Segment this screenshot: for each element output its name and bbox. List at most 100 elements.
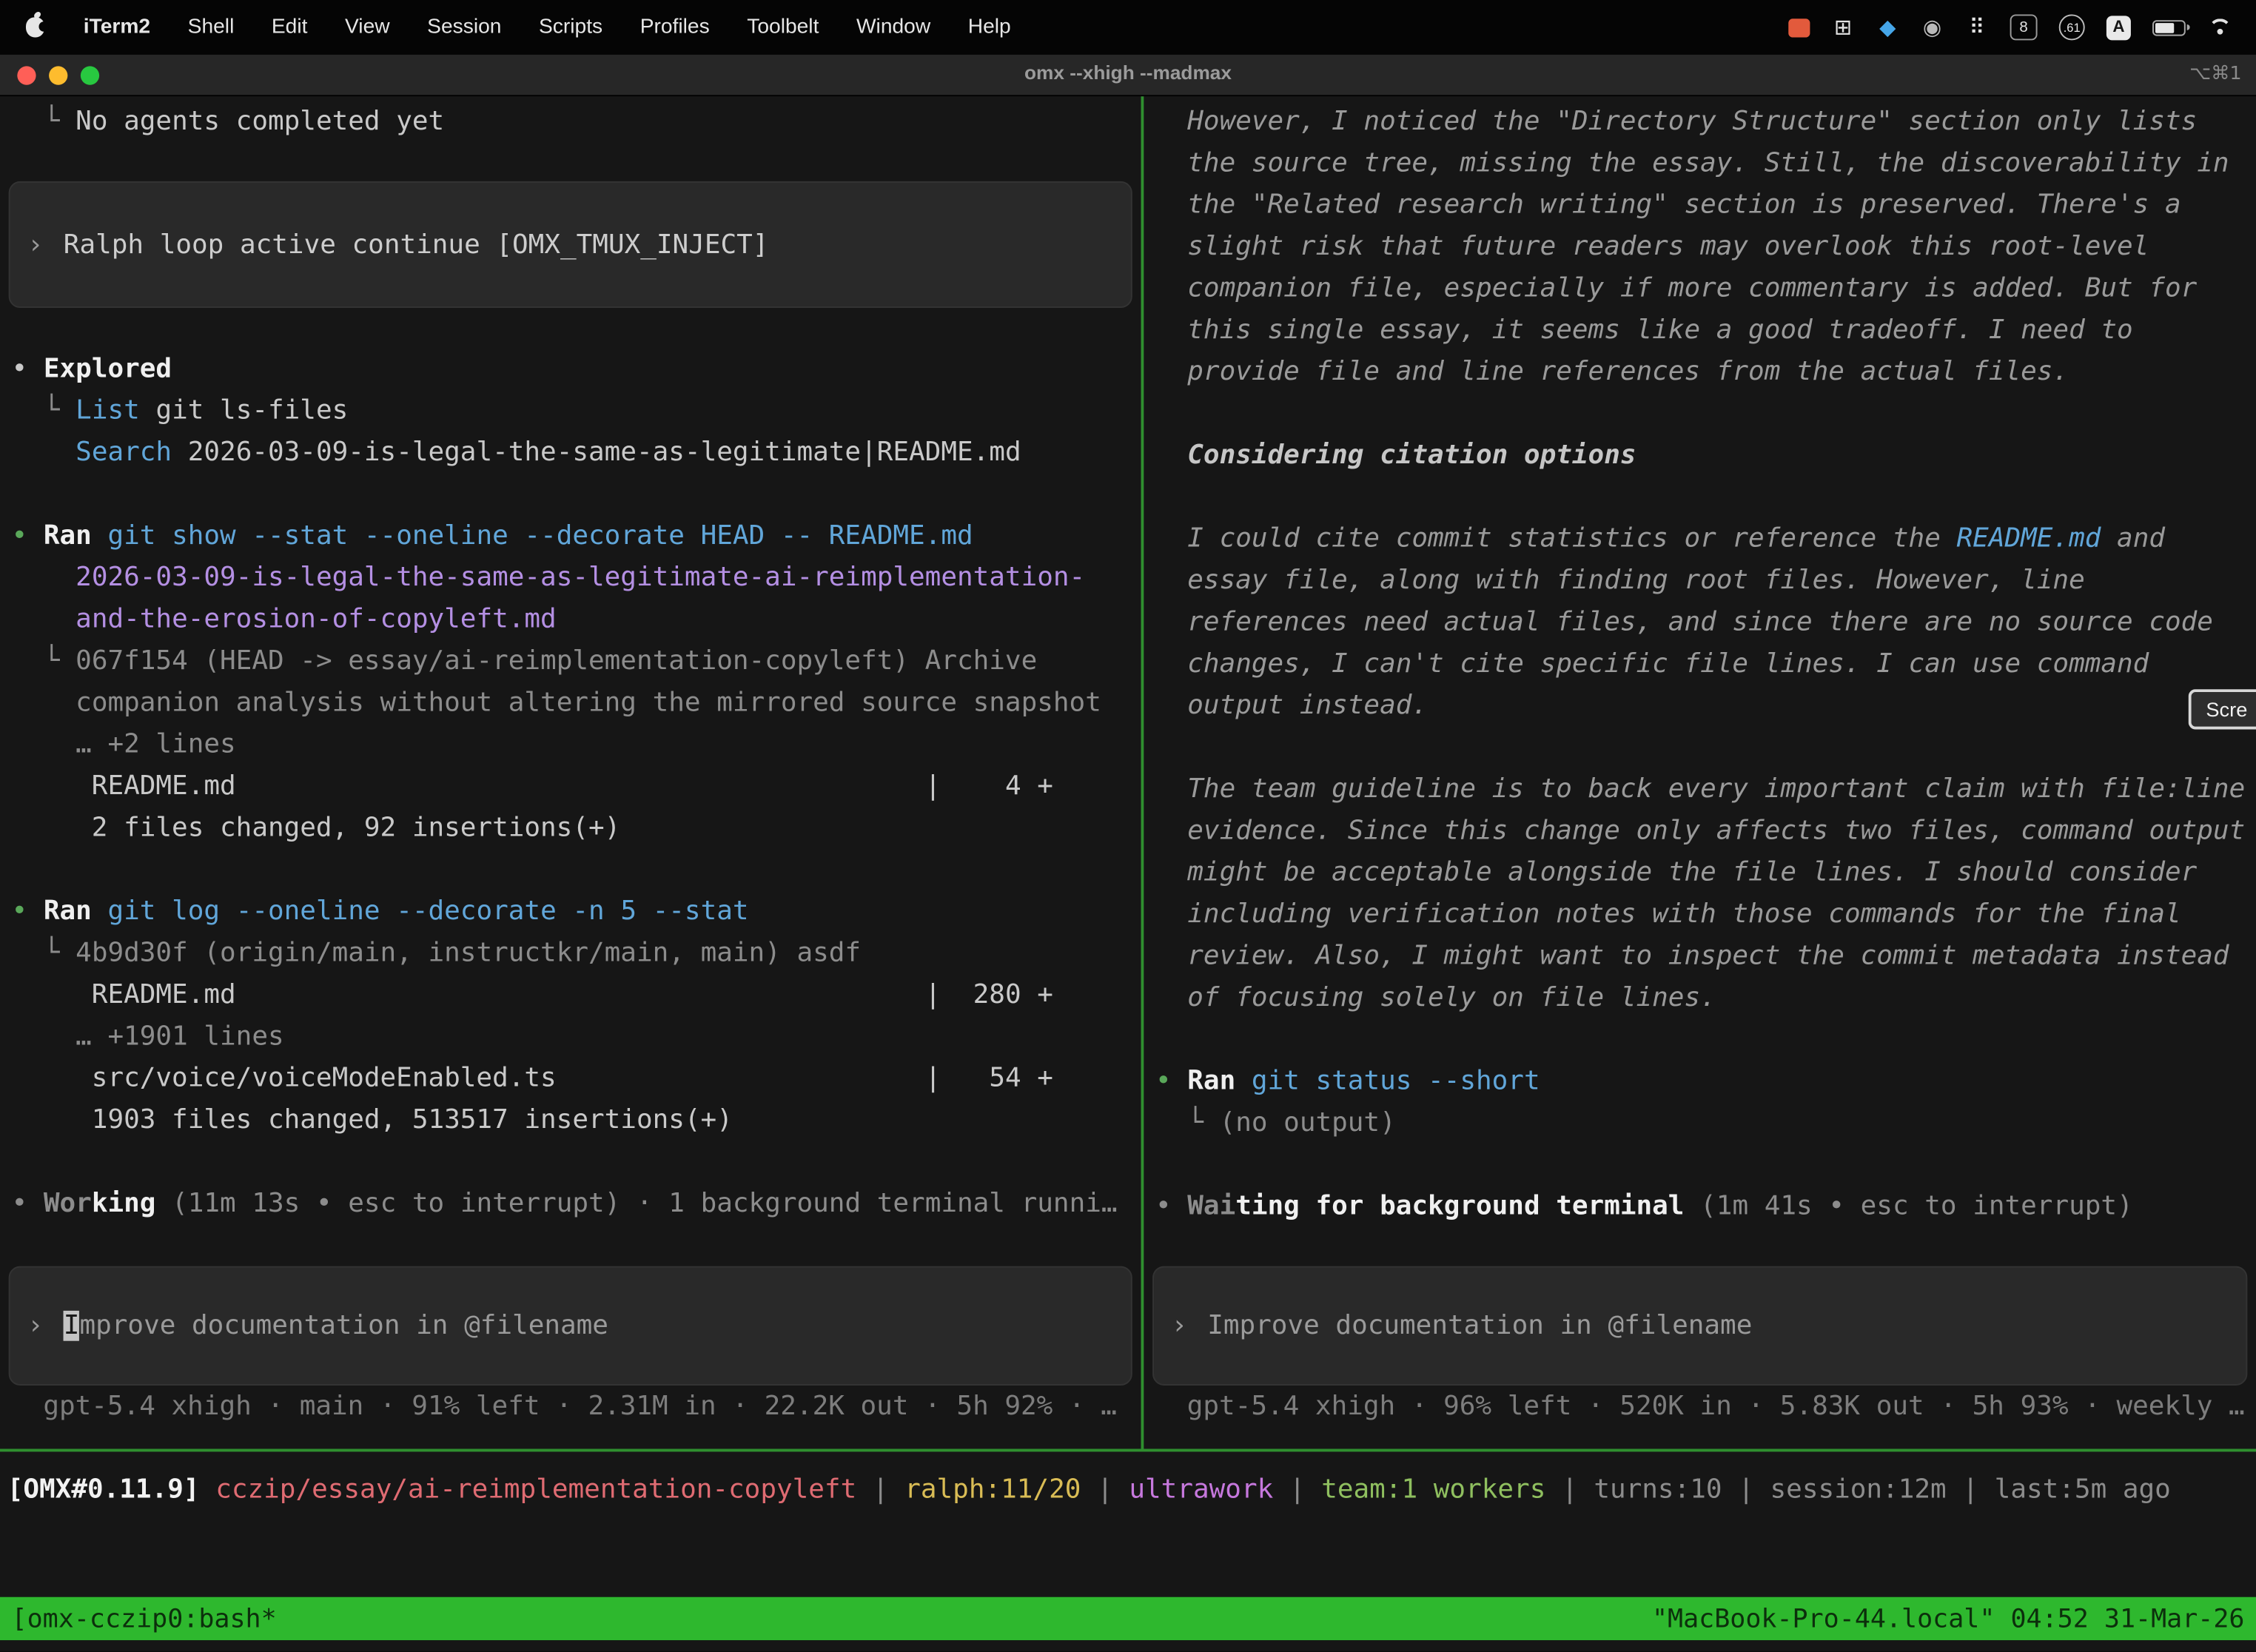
input-source-icon[interactable]: A <box>2106 13 2131 41</box>
left-terminal-pane[interactable]: └ No agents completed yet › Ralph loop a… <box>0 96 1141 1448</box>
window-title: omx --xhigh --madmax <box>0 62 2256 84</box>
keyboard-badge-icon[interactable]: 8 <box>2010 13 2038 41</box>
terminal-line: • Ran git show --stat --oneline --decora… <box>12 515 1118 557</box>
terminal-line: • Waiting for background terminal (1m 41… <box>1155 1186 2245 1227</box>
grid-icon[interactable]: ⊞ <box>1832 13 1855 41</box>
terminal-line: However, I noticed the "Directory Struct… <box>1155 101 2245 142</box>
terminal-line: Search 2026-03-09-is-legal-the-same-as-l… <box>12 432 1118 473</box>
menu-item-shell[interactable]: Shell <box>188 16 235 38</box>
prompt-chevron: › <box>1171 1311 1187 1341</box>
terminal-line: README.md | 4 + <box>12 765 1118 807</box>
right-command-input[interactable]: › Improve documentation in @filename <box>1152 1266 2247 1386</box>
terminal-line: companion analysis without altering the … <box>12 682 1118 723</box>
terminal-line: and-the-erosion-of-copyleft.md <box>12 599 1118 640</box>
terminal-line: [OMX#0.11.9] cczip/essay/ai-reimplementa… <box>7 1469 2256 1511</box>
terminal-line: output instead. <box>1155 685 2245 726</box>
gauge-icon[interactable]: .61 <box>2059 13 2085 41</box>
terminal-area: └ No agents completed yet › Ralph loop a… <box>0 96 2256 1651</box>
terminal-line: └ 067f154 (HEAD -> essay/ai-reimplementa… <box>12 640 1118 682</box>
terminal-line: • Explored <box>12 348 1118 389</box>
terminal-line: … +1901 lines <box>12 1015 1118 1057</box>
menu-bar: iTerm2 Shell Edit View Session Scripts Profile… <box>0 0 2256 55</box>
terminal-line: companion file, especially if more comme… <box>1155 268 2245 309</box>
terminal-line: slight risk that future readers may over… <box>1155 226 2245 267</box>
terminal-line: the "Related research writing" section i… <box>1155 184 2245 226</box>
terminal-line: I could cite commit statistics or refere… <box>1155 518 2245 560</box>
terminal-line: 2 files changed, 92 insertions(+) <box>12 807 1118 849</box>
menu-item-edit[interactable]: Edit <box>272 16 308 38</box>
terminal-line: └ List git ls-files <box>12 390 1118 432</box>
menu-item-session[interactable]: Session <box>427 16 501 38</box>
window-title-bar[interactable]: omx --xhigh --madmax ⌥⌘1 <box>0 55 2256 96</box>
left-command-input[interactable]: › I mprove documentation in @filename <box>9 1266 1132 1386</box>
apple-menu[interactable] <box>23 17 46 37</box>
wifi-icon[interactable] <box>2207 13 2233 41</box>
battery-icon[interactable] <box>2152 13 2186 41</box>
left-top-lines: └ No agents completed yet <box>12 101 445 142</box>
screen-recording-indicator-icon[interactable] <box>1787 13 1810 41</box>
app-icon-blue[interactable]: ◆ <box>1876 13 1899 41</box>
left-scrollback: • Explored └ List git ls-files Search 20… <box>12 348 1118 1224</box>
prompt-chevron: › <box>27 1311 44 1341</box>
terminal-line: might be acceptable alongside the file l… <box>1155 852 2245 893</box>
terminal-line: 1903 files changed, 513517 insertions(+) <box>12 1099 1118 1141</box>
left-status-line: gpt-5.4 xhigh · main · 91% left · 2.31M … <box>43 1386 1117 1427</box>
input-placeholder: Improve documentation in @filename <box>1207 1311 1752 1341</box>
menu-bar-status-icons: ⊞ ◆ ◉ ⠿ 8 .61 A <box>1787 13 2233 41</box>
terminal-line: of focusing solely on file lines. <box>1155 977 2245 1018</box>
right-scrollback: However, I noticed the "Directory Struct… <box>1155 101 2245 1227</box>
input-placeholder: mprove documentation in @filename <box>79 1311 608 1341</box>
inject-message: Ralph loop active continue [OMX_TMUX_INJ… <box>64 229 769 260</box>
terminal-line: README.md | 280 + <box>12 974 1118 1015</box>
menu-item-profiles[interactable]: Profiles <box>640 16 710 38</box>
terminal-line: The team guideline is to back every impo… <box>1155 768 2245 810</box>
terminal-line: • Working (11m 13s • esc to interrupt) ·… <box>12 1183 1118 1224</box>
terminal-line: 2026-03-09-is-legal-the-same-as-legitima… <box>12 557 1118 598</box>
terminal-line <box>1155 1144 2245 1185</box>
terminal-line: evidence. Since this change only affects… <box>1155 810 2245 851</box>
terminal-line: changes, I can't cite specific file line… <box>1155 643 2245 685</box>
terminal-line: src/voice/voiceModeEnabled.ts | 54 + <box>12 1058 1118 1099</box>
terminal-line <box>1155 476 2245 517</box>
apple-logo-icon <box>25 17 44 37</box>
ralph-inject-box: › Ralph loop active continue [OMX_TMUX_I… <box>9 181 1132 308</box>
terminal-line: • Ran git status --short <box>1155 1061 2245 1102</box>
menu-item-window[interactable]: Window <box>856 16 930 38</box>
tmux-session-label: [omx-cczip0:bash* <box>12 1603 277 1633</box>
terminal-line: the source tree, missing the essay. Stil… <box>1155 142 2245 184</box>
screen-overlay-button[interactable]: Scre <box>2189 689 2256 729</box>
terminal-line <box>1155 727 2245 768</box>
tmux-host-clock: "MacBook-Pro-44.local" 04:52 31-Mar-26 <box>1652 1603 2245 1633</box>
terminal-line: essay file, along with finding root file… <box>1155 560 2245 601</box>
menu-bar-left: iTerm2 Shell Edit View Session Scripts Profile… <box>23 16 1011 38</box>
terminal-line: this single essay, it seems like a good … <box>1155 309 2245 351</box>
prompt-chevron: › <box>27 229 44 260</box>
menu-item-view[interactable]: View <box>345 16 390 38</box>
menu-item-help[interactable]: Help <box>968 16 1011 38</box>
terminal-line: └ 4b9d30f (origin/main, instructkr/main,… <box>12 933 1118 974</box>
app-icon-dark[interactable]: ◉ <box>1921 13 1944 41</box>
terminal-line: review. Also, I might want to inspect th… <box>1155 936 2245 977</box>
menu-item-scripts[interactable]: Scripts <box>539 16 602 38</box>
terminal-line: … +2 lines <box>12 724 1118 765</box>
terminal-line <box>12 1141 1118 1183</box>
terminal-line <box>1155 1018 2245 1060</box>
right-terminal-pane[interactable]: However, I noticed the "Directory Struct… <box>1144 96 2256 1448</box>
terminal-line: including verification notes with those … <box>1155 893 2245 935</box>
terminal-line: Considering citation options <box>1155 434 2245 476</box>
terminal-line: └ (no output) <box>1155 1102 2245 1144</box>
screen: iTerm2 Shell Edit View Session Scripts Profile… <box>0 0 2256 1652</box>
menu-items: iTerm2 Shell Edit View Session Scripts Profile… <box>84 16 1011 38</box>
omx-status-pane: [OMX#0.11.9] cczip/essay/ai-reimplementa… <box>0 1451 2256 1595</box>
terminal-line: provide file and line references from th… <box>1155 351 2245 392</box>
terminal-line: references need actual files, and since … <box>1155 602 2245 643</box>
menu-item-toolbelt[interactable]: Toolbelt <box>747 16 819 38</box>
omx-status-line-container: [OMX#0.11.9] cczip/essay/ai-reimplementa… <box>7 1469 2256 1511</box>
dots-grid-icon[interactable]: ⠿ <box>1965 13 1988 41</box>
terminal-line <box>1155 393 2245 434</box>
terminal-line: └ No agents completed yet <box>12 101 445 142</box>
terminal-line: • Ran git log --oneline --decorate -n 5 … <box>12 890 1118 932</box>
menu-item-iterm2[interactable]: iTerm2 <box>84 16 150 38</box>
tmux-status-bar: [omx-cczip0:bash* "MacBook-Pro-44.local"… <box>0 1597 2256 1640</box>
window-shortcut-hint: ⌥⌘1 <box>2189 64 2241 85</box>
